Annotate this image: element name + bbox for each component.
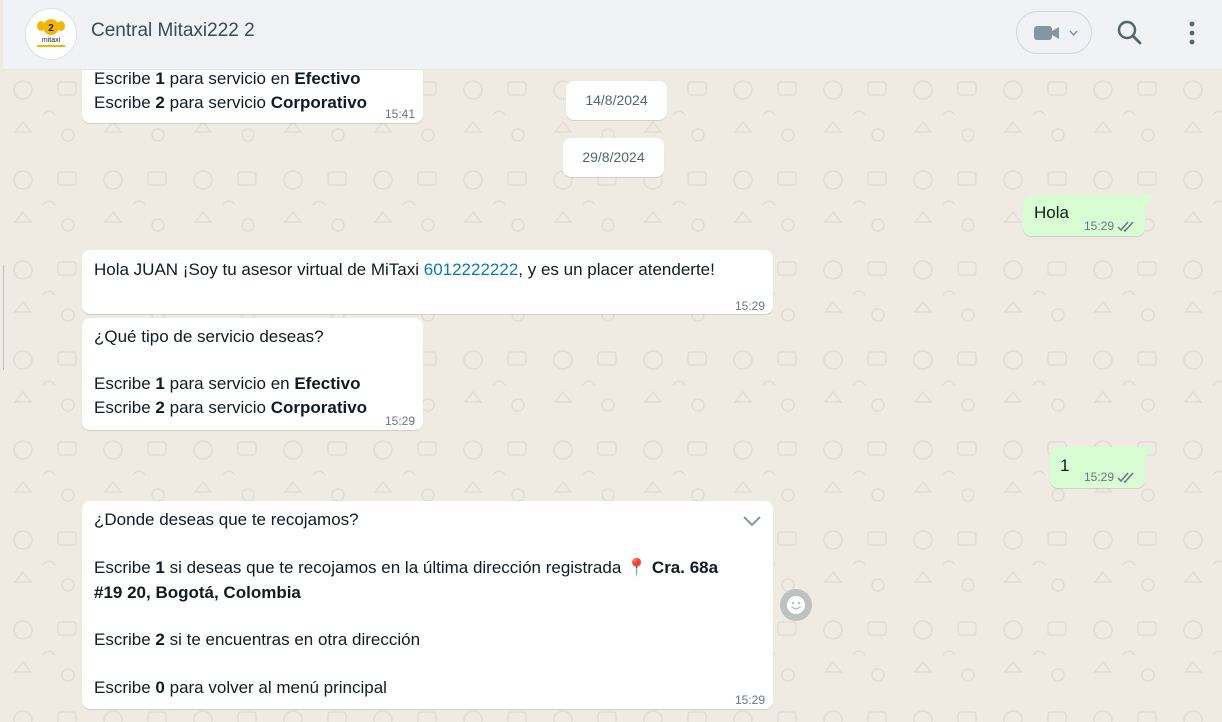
option-number: 1: [155, 558, 165, 577]
message-meta: 15:29: [1084, 214, 1135, 238]
scrollbar-edge: [3, 265, 4, 370]
message-question: ¿Donde deseas que te recojamos?: [94, 510, 359, 529]
message-text: Hola: [1034, 203, 1069, 222]
address-text: #19 20, Bogotá, Colombia: [94, 583, 301, 602]
message-text: para servicio en: [164, 70, 295, 88]
outgoing-message[interactable]: 1 15:29: [1050, 447, 1153, 489]
message-time: 15:29: [1083, 219, 1114, 233]
message-list[interactable]: Escribe 1 para servicio en Efectivo Escr…: [3, 70, 1222, 722]
option-number: 1: [155, 374, 165, 393]
option-label: Corporativo: [270, 93, 368, 112]
message-text: si te encuentras en otra dirección: [164, 630, 421, 649]
message-text: , y es un placer atenderte!: [518, 260, 715, 279]
search-button[interactable]: [1115, 18, 1145, 48]
outgoing-message[interactable]: Hola 15:29: [1023, 195, 1153, 238]
date-divider: 29/8/2024: [563, 138, 664, 177]
message-question: ¿Qué tipo de servicio deseas?: [94, 327, 324, 346]
double-check-icon: [1117, 221, 1134, 233]
option-label: Corporativo: [270, 398, 368, 417]
chevron-down-icon: [1069, 30, 1078, 37]
incoming-message[interactable]: ¿Qué tipo de servicio deseas? Escribe 1 …: [82, 318, 423, 430]
message-time: 15:29: [734, 299, 765, 313]
react-button[interactable]: [780, 589, 812, 621]
message-text: Escribe: [94, 558, 156, 577]
option-line: Escribe 1 si deseas que te recojamos en …: [94, 556, 718, 580]
message-menu-chevron-icon[interactable]: [743, 516, 761, 527]
phone-link[interactable]: 6012222222: [424, 260, 519, 279]
option-line: Escribe 2 si te encuentras en otra direc…: [94, 628, 420, 652]
message-meta: 15:29: [1084, 465, 1135, 489]
whatsapp-chat-window: 2 mitaxi Central Mitaxi222 2 Escribe 1 p…: [0, 0, 1222, 722]
smiley-icon: [787, 596, 805, 614]
double-check-icon: [1117, 472, 1134, 484]
incoming-message[interactable]: ¿Donde deseas que te recojamos? Escribe …: [82, 501, 773, 709]
avatar-label: mitaxi: [42, 37, 61, 44]
message-text: para servicio: [164, 398, 271, 417]
option-line: Escribe 1 para servicio en Efectivo: [94, 372, 360, 396]
option-number: 2: [155, 93, 165, 112]
date-divider: 14/8/2024: [566, 81, 667, 120]
pin-icon: 📍: [626, 558, 648, 577]
message-text: Hola JUAN ¡Soy tu asesor virtual de MiTa…: [94, 260, 424, 279]
message-text: Escribe: [94, 630, 156, 649]
address-text: Cra. 68a: [647, 558, 719, 577]
option-number: 0: [155, 678, 165, 697]
incoming-message[interactable]: Escribe 1 para servicio en Efectivo Escr…: [82, 70, 423, 123]
message-text: Escribe: [94, 93, 156, 112]
chat-header: 2 mitaxi Central Mitaxi222 2: [3, 0, 1222, 70]
message-text: si deseas que te recojamos en la última …: [164, 558, 627, 577]
contact-name[interactable]: Central Mitaxi222 2: [91, 20, 255, 42]
message-text: para servicio: [164, 93, 271, 112]
message-text: 1: [1060, 456, 1070, 475]
contact-avatar[interactable]: 2 mitaxi: [25, 8, 77, 60]
option-number: 1: [155, 70, 165, 88]
search-icon: [1117, 20, 1142, 45]
bubble-tail: [1143, 195, 1153, 207]
option-line: Escribe 2 para servicio Corporativo: [94, 91, 367, 115]
message-time: 15:41: [384, 107, 415, 121]
message-text: para servicio en: [164, 374, 295, 393]
option-line: #19 20, Bogotá, Colombia: [94, 581, 301, 605]
message-text: para volver al menú principal: [164, 678, 387, 697]
greeting-text: Hola JUAN ¡Soy tu asesor virtual de MiTa…: [94, 258, 715, 282]
message-time: 15:29: [1083, 470, 1114, 484]
message-time: 15:29: [734, 693, 765, 707]
option-line: Escribe 1 para servicio en Efectivo: [94, 70, 360, 91]
video-camera-icon: [1034, 26, 1059, 40]
option-number: 2: [155, 398, 165, 417]
video-call-button[interactable]: [1016, 11, 1092, 54]
mitaxi-logo-icon: 2 mitaxi: [26, 9, 76, 59]
option-label: Efectivo: [294, 70, 361, 88]
message-text: Escribe: [94, 398, 156, 417]
menu-dots-icon: [1189, 21, 1195, 45]
message-text: Escribe: [94, 678, 156, 697]
option-label: Efectivo: [294, 374, 361, 393]
option-number: 2: [155, 630, 165, 649]
menu-button[interactable]: [1177, 18, 1207, 48]
bubble-tail: [1143, 447, 1153, 459]
message-time: 15:29: [384, 414, 415, 428]
svg-text:2: 2: [48, 23, 54, 34]
option-line: Escribe 2 para servicio Corporativo: [94, 396, 367, 420]
message-text: Escribe: [94, 374, 156, 393]
message-text: Escribe: [94, 70, 156, 88]
incoming-message[interactable]: Hola JUAN ¡Soy tu asesor virtual de MiTa…: [82, 250, 773, 314]
option-line: Escribe 0 para volver al menú principal: [94, 676, 387, 700]
